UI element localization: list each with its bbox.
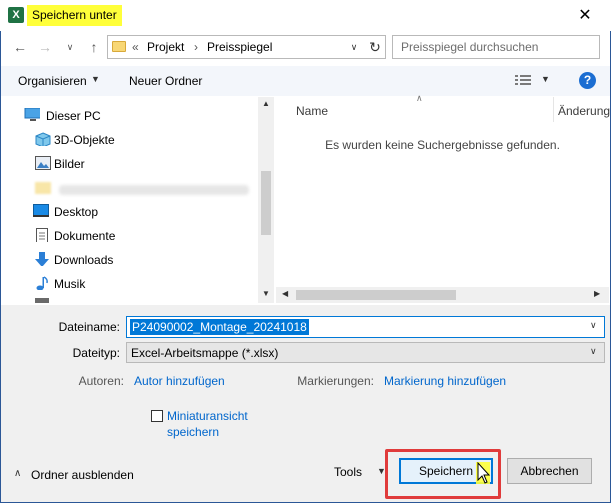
- tree-label: Desktop: [54, 205, 99, 219]
- folder-icon: [112, 41, 126, 52]
- column-header-name[interactable]: Name: [296, 104, 328, 118]
- arrow-left-icon: ←: [13, 39, 27, 55]
- help-icon: ?: [583, 73, 592, 87]
- hide-folders-label: Ordner ausblenden: [31, 468, 134, 482]
- filetype-select[interactable]: Excel-Arbeitsmappe (*.xlsx) ∨: [126, 342, 605, 363]
- cube-icon: [35, 132, 51, 146]
- close-button[interactable]: ✕: [570, 5, 600, 27]
- pictures-icon: [35, 156, 51, 170]
- tree-item-musik[interactable]: Musik: [1, 272, 259, 296]
- tree-item-downloads[interactable]: Downloads: [1, 248, 259, 272]
- tree-item-dieser-pc[interactable]: Dieser PC: [1, 104, 259, 128]
- tree-scrollbar[interactable]: ▲ ▼: [258, 97, 274, 303]
- caret-down-icon: ▼: [541, 74, 550, 84]
- add-author-link[interactable]: Autor hinzufügen: [134, 374, 225, 388]
- tree-label: 3D-Objekte: [54, 133, 115, 147]
- command-bar: Organisieren ▼ Neuer Ordner ▼ ?: [1, 66, 610, 96]
- view-options-button[interactable]: ▼: [513, 72, 553, 90]
- empty-results-message: Es wurden keine Suchergebnisse gefunden.: [325, 138, 560, 152]
- close-icon: ✕: [578, 7, 592, 24]
- address-dropdown-button[interactable]: ∨: [343, 36, 365, 58]
- scroll-left-icon[interactable]: ◀: [282, 289, 288, 298]
- partial-tree-icon: [35, 298, 49, 303]
- tools-label: Tools: [334, 465, 363, 479]
- tools-button[interactable]: Tools ▼: [330, 461, 390, 483]
- refresh-icon: ↻: [369, 39, 381, 55]
- column-header-changed[interactable]: Änderung: [558, 104, 610, 118]
- filetype-label: Dateityp:: [72, 346, 120, 360]
- breadcrumb-preisspiegel[interactable]: Preisspiegel: [207, 40, 272, 54]
- navigation-pane: Dieser PC 3D-Objekte Bilder Desktop Doku…: [1, 97, 274, 303]
- caret-down-icon: ▼: [91, 74, 100, 84]
- organize-label: Organisieren: [18, 74, 87, 88]
- tree-item-3d-objekte[interactable]: 3D-Objekte: [1, 128, 259, 152]
- file-list: ∧ Name Änderung Es wurden keine Sucherge…: [276, 93, 610, 303]
- recent-locations-button[interactable]: ∨: [60, 37, 80, 57]
- filename-value[interactable]: P24090002_Montage_20241018: [130, 319, 309, 335]
- excel-app-icon: X: [8, 7, 24, 23]
- scroll-right-icon[interactable]: ▶: [594, 289, 600, 298]
- address-bar[interactable]: « Projekt › Preisspiegel ∨ ↻: [107, 35, 386, 59]
- tree-item-desktop[interactable]: Desktop: [1, 200, 259, 224]
- cancel-button[interactable]: Abbrechen: [507, 458, 592, 484]
- tree-label: Dieser PC: [46, 109, 101, 123]
- documents-icon: [36, 228, 48, 242]
- arrow-right-icon: →: [38, 39, 52, 55]
- tree-label: Musik: [54, 277, 86, 291]
- title-bar: X Speichern unter ✕: [0, 0, 611, 31]
- forward-button[interactable]: →: [35, 37, 55, 57]
- filename-input[interactable]: P24090002_Montage_20241018 ∨: [126, 316, 605, 338]
- breadcrumb-overflow[interactable]: «: [132, 40, 139, 54]
- thumbnail-label-line2[interactable]: speichern: [167, 425, 219, 439]
- blurred-folder-name: [59, 185, 249, 195]
- add-tag-link[interactable]: Markierung hinzufügen: [384, 374, 506, 388]
- new-folder-label: Neuer Ordner: [129, 74, 203, 88]
- scroll-down-icon[interactable]: ▼: [262, 289, 270, 298]
- tree-item-bilder[interactable]: Bilder: [1, 152, 259, 176]
- details-view-icon: [515, 75, 531, 85]
- tree-label: Downloads: [54, 253, 114, 267]
- chevron-down-icon: ∨: [590, 346, 597, 356]
- breadcrumb-separator[interactable]: ›: [194, 40, 198, 54]
- chevron-down-icon[interactable]: ∨: [590, 320, 597, 331]
- chevron-down-icon: ∨: [66, 42, 74, 52]
- authors-label: Autoren:: [78, 374, 124, 388]
- scroll-up-icon[interactable]: ▲: [262, 99, 270, 108]
- arrow-up-icon: ↑: [90, 39, 98, 55]
- sort-indicator-icon: ∧: [416, 93, 423, 103]
- computer-icon: [24, 108, 40, 121]
- tree-scroll-thumb[interactable]: [261, 171, 271, 235]
- organize-button[interactable]: Organisieren ▼: [18, 66, 108, 96]
- hide-folders-button[interactable]: ∧ Ordner ausblenden: [12, 467, 142, 485]
- filename-label: Dateiname:: [58, 320, 120, 334]
- dialog-title: Speichern unter: [27, 5, 122, 26]
- desktop-icon: [33, 204, 49, 217]
- new-folder-button[interactable]: Neuer Ordner: [129, 66, 209, 96]
- tree-label: Bilder: [54, 157, 85, 171]
- list-scroll-thumb[interactable]: [296, 290, 456, 300]
- tree-label: Dokumente: [54, 229, 116, 243]
- filetype-value: Excel-Arbeitsmappe (*.xlsx): [131, 346, 279, 360]
- column-separator[interactable]: [553, 97, 554, 122]
- back-button[interactable]: ←: [10, 37, 30, 57]
- help-button[interactable]: ?: [579, 72, 596, 89]
- tree-item-blurred-folder[interactable]: [1, 176, 259, 200]
- folder-icon: [35, 182, 51, 194]
- search-input[interactable]: Preisspiegel durchsuchen: [392, 35, 600, 59]
- thumbnail-label-line1[interactable]: Miniaturansicht: [167, 409, 248, 423]
- refresh-button[interactable]: ↻: [365, 36, 385, 58]
- thumbnail-checkbox[interactable]: [151, 410, 163, 422]
- search-placeholder: Preisspiegel durchsuchen: [401, 40, 539, 54]
- tree-item-dokumente[interactable]: Dokumente: [1, 224, 259, 248]
- chevron-up-icon: ∧: [14, 468, 22, 479]
- download-icon: [35, 252, 49, 266]
- mouse-cursor-icon: [476, 462, 491, 484]
- music-icon: [36, 276, 48, 290]
- breadcrumb-projekt[interactable]: Projekt: [147, 40, 184, 54]
- tags-label: Markierungen:: [297, 374, 374, 388]
- chevron-down-icon: ∨: [350, 42, 358, 52]
- up-button[interactable]: ↑: [84, 37, 104, 57]
- list-hscrollbar[interactable]: ◀ ▶: [276, 287, 609, 303]
